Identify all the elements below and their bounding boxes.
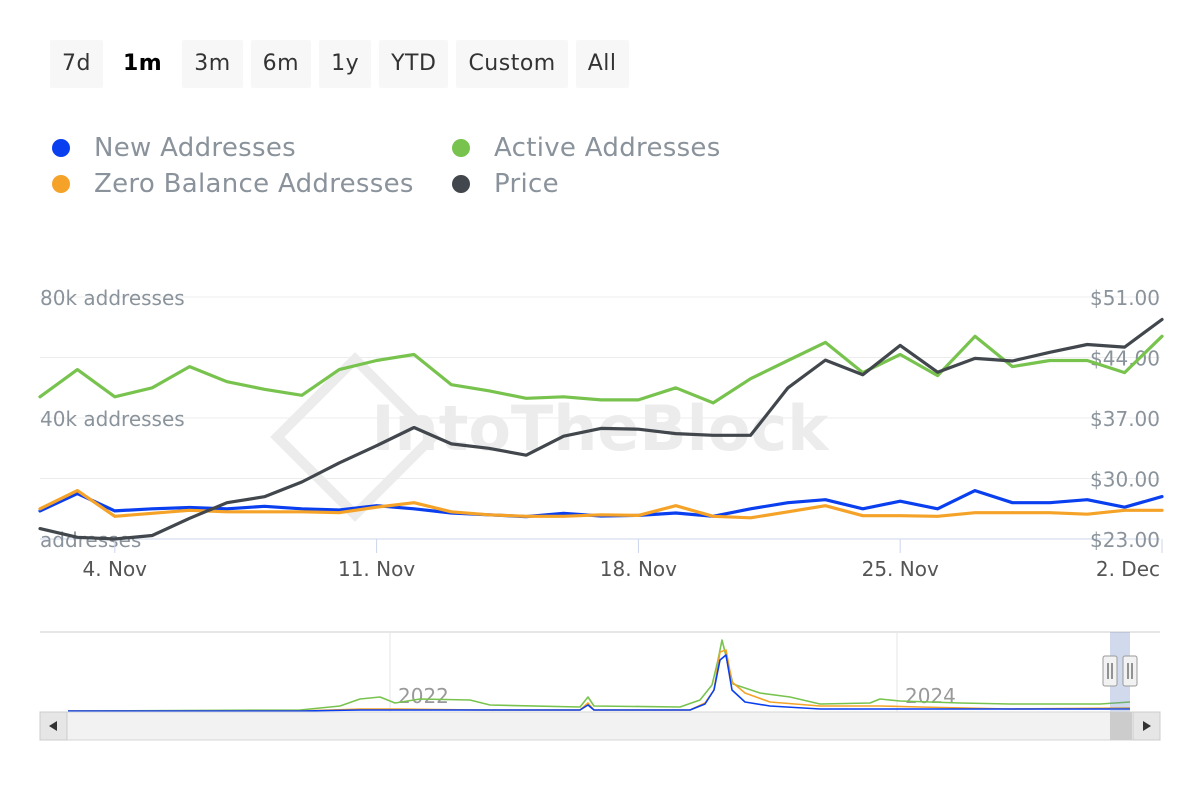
navigator-year-label: 2024 bbox=[905, 684, 956, 708]
navigator-year-label: 2022 bbox=[398, 684, 449, 708]
legend-marker bbox=[52, 175, 70, 193]
x-tick-label: 18. Nov bbox=[600, 557, 677, 581]
watermark-logo bbox=[270, 352, 440, 522]
chevron-right-icon bbox=[1143, 721, 1151, 731]
range-button-all[interactable]: All bbox=[575, 40, 629, 88]
scrollbar-track bbox=[39, 711, 1161, 741]
legend-label: New Addresses bbox=[94, 133, 296, 163]
navigator-line-active bbox=[67, 639, 1131, 712]
y-right-tick-label: $37.00 bbox=[1090, 407, 1160, 431]
navigator-scrollbar[interactable] bbox=[39, 711, 1161, 741]
y-left-tick-label: 80k addresses bbox=[40, 286, 185, 310]
legend-label: Zero Balance Addresses bbox=[94, 169, 414, 199]
scroll-left-button[interactable] bbox=[39, 711, 68, 741]
range-button-custom[interactable]: Custom bbox=[456, 40, 568, 88]
legend-marker bbox=[52, 139, 70, 157]
x-tick-label: 25. Nov bbox=[862, 557, 939, 581]
legend-label: Active Addresses bbox=[494, 133, 721, 163]
range-button-1m[interactable]: 1m bbox=[111, 40, 174, 88]
y-right-tick-label: $44.00 bbox=[1090, 347, 1160, 371]
range-button-6m[interactable]: 6m bbox=[250, 40, 312, 88]
navigator-line-new bbox=[68, 654, 1130, 712]
series-line-zero-balance-addresses bbox=[38, 489, 1164, 520]
y-left-tick-label: 40k addresses bbox=[40, 407, 185, 431]
range-button-7d[interactable]: 7d bbox=[50, 40, 103, 88]
x-tick-label: 11. Nov bbox=[338, 557, 415, 581]
chart-legend: New Addresses Active Addresses Zero Balanc… bbox=[52, 132, 812, 200]
legend-marker bbox=[452, 175, 470, 193]
series-line-price bbox=[38, 317, 1164, 541]
series-line-active-addresses bbox=[38, 334, 1164, 405]
main-chart: IntoTheBlock $51.00 $44.00 $37.00 $30.00 $23.… bbox=[38, 286, 1164, 741]
watermark-text: IntoTheBlock bbox=[371, 392, 830, 465]
navigator-selection bbox=[1110, 632, 1130, 712]
legend-item-new-addresses[interactable]: New Addresses bbox=[52, 132, 452, 164]
series-line-new-addresses bbox=[38, 489, 1164, 519]
y-left-tick-label: addresses bbox=[40, 528, 141, 552]
range-button-3m[interactable]: 3m bbox=[182, 40, 243, 88]
scroll-right-button[interactable] bbox=[1132, 711, 1161, 741]
legend-marker bbox=[452, 139, 470, 157]
range-button-1y[interactable]: 1y bbox=[319, 40, 372, 88]
legend-item-price[interactable]: Price bbox=[452, 168, 812, 200]
navigator-handle[interactable] bbox=[1122, 655, 1138, 687]
legend-item-zero-balance-addresses[interactable]: Zero Balance Addresses bbox=[52, 168, 452, 200]
x-tick-label: 4. Nov bbox=[83, 557, 148, 581]
legend-item-active-addresses[interactable]: Active Addresses bbox=[452, 132, 812, 164]
y-right-tick-label: $30.00 bbox=[1090, 468, 1160, 492]
range-button-ytd[interactable]: YTD bbox=[379, 40, 449, 88]
y-right-tick-label: $51.00 bbox=[1090, 286, 1160, 310]
range-selector: 7d 1m 3m 6m 1y YTD Custom All bbox=[50, 40, 629, 88]
scrollbar-thumb bbox=[1110, 712, 1132, 740]
navigator-handle[interactable] bbox=[1102, 655, 1118, 687]
x-tick-label: 2. Dec bbox=[1096, 557, 1160, 581]
y-right-tick-label: $23.00 bbox=[1090, 528, 1160, 552]
legend-label: Price bbox=[494, 169, 559, 199]
navigator-line-zero-balance bbox=[68, 649, 1131, 712]
chevron-left-icon bbox=[49, 721, 57, 731]
